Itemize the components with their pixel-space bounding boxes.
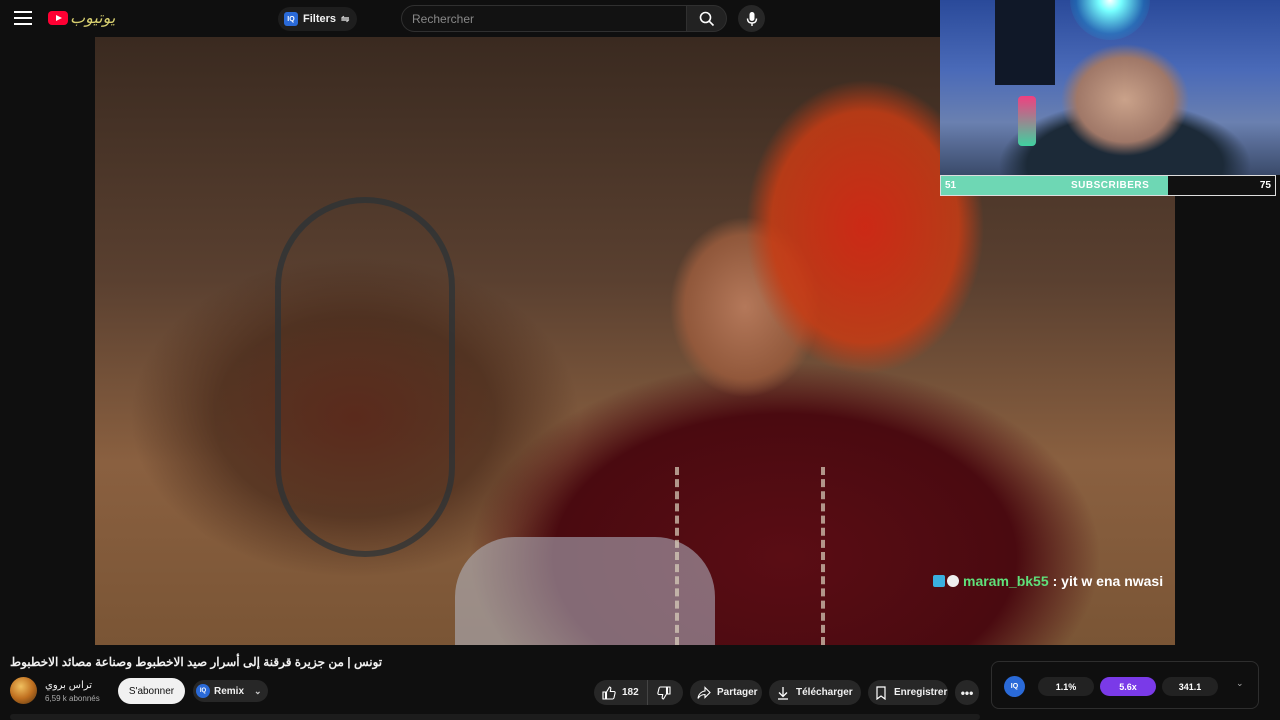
horizontal-scrollbar[interactable] [10,714,980,720]
youtube-logo-icon[interactable] [48,11,68,25]
like-count: 182 [622,687,639,698]
vidiq-logo-icon[interactable]: IQ [1004,676,1025,697]
channel-avatar[interactable] [10,677,37,704]
subscriber-current: 51 [945,180,957,191]
webcam-lamp [1018,96,1036,146]
stat-views-per-hour: 341.1 [1162,677,1218,696]
webcam-background-panel [995,0,1055,85]
remix-label: Remix [214,685,245,697]
download-button[interactable]: Télécharger [769,680,861,705]
like-button[interactable]: 182 [594,680,648,705]
bookmark-icon [876,685,886,700]
share-button[interactable]: Partager [690,680,762,705]
chat-badge-icon [933,575,945,587]
more-icon: ••• [960,685,974,700]
search-box [401,5,687,32]
download-icon [778,686,788,700]
more-actions-button[interactable]: ••• [955,680,979,705]
subscriber-goal-bar: 51 SUBSCRIBERS 75 [940,175,1276,196]
video-frame-robe-embroidery [675,467,825,645]
subscriber-goal: 75 [1259,180,1271,191]
chevron-down-icon[interactable]: ⌄ [1236,678,1244,689]
chat-username: maram_bk55 [963,573,1049,589]
filters-button[interactable]: IQ Filters ⇋ [278,7,358,31]
search-button[interactable] [686,5,727,32]
subscribe-button[interactable]: S'abonner [118,678,185,704]
webcam-neon-light [1070,0,1150,40]
mic-icon [746,11,757,26]
chat-badges [933,575,959,587]
youtube-custom-logo-icon[interactable]: ﻳﻮﺗﻴﻮﺏ [70,8,116,27]
thumbs-down-icon [656,685,671,700]
search-input[interactable] [402,6,686,31]
webcam-overlay [940,0,1280,175]
thumbs-up-icon [602,685,616,700]
channel-subscriber-count: 6,59 k abonnés [45,694,100,703]
filters-label: Filters [303,13,337,25]
voice-search-button[interactable] [738,5,765,32]
channel-name[interactable]: تراس بروي [45,680,92,691]
share-label: Partager [717,687,758,698]
stat-engagement: 1.1% [1038,677,1094,696]
download-label: Télécharger [796,687,853,698]
stream-chat-message: maram_bk55 : yit w ena nwasi [933,573,1163,589]
iq-icon: IQ [196,684,210,698]
chevron-down-icon[interactable]: ⌄ [254,686,262,697]
stat-outlier-score: 5.6x [1100,677,1156,696]
search-icon [699,11,714,26]
dislike-button[interactable] [648,680,680,705]
like-dislike-group: 182 [594,680,683,705]
iq-icon: IQ [284,12,298,26]
menu-icon[interactable] [14,11,32,25]
share-icon [697,685,711,699]
vidiq-stats-panel: IQ 1.1% 5.6x 341.1 ⌄ [991,661,1259,709]
chat-emote-icon [947,575,959,587]
chat-text: : yit w ena nwasi [1052,573,1164,589]
video-title: تونس | من جزيرة قرقنة إلى أسرار صيد الاخ… [10,655,383,669]
tune-icon: ⇋ [341,13,350,25]
remix-button[interactable]: IQ Remix ⌄ [193,680,268,702]
save-button[interactable]: Enregistrer [868,680,948,705]
subscriber-label: SUBSCRIBERS [1071,180,1150,191]
save-label: Enregistrer [894,687,948,698]
video-frame-well-wheel [275,197,455,557]
